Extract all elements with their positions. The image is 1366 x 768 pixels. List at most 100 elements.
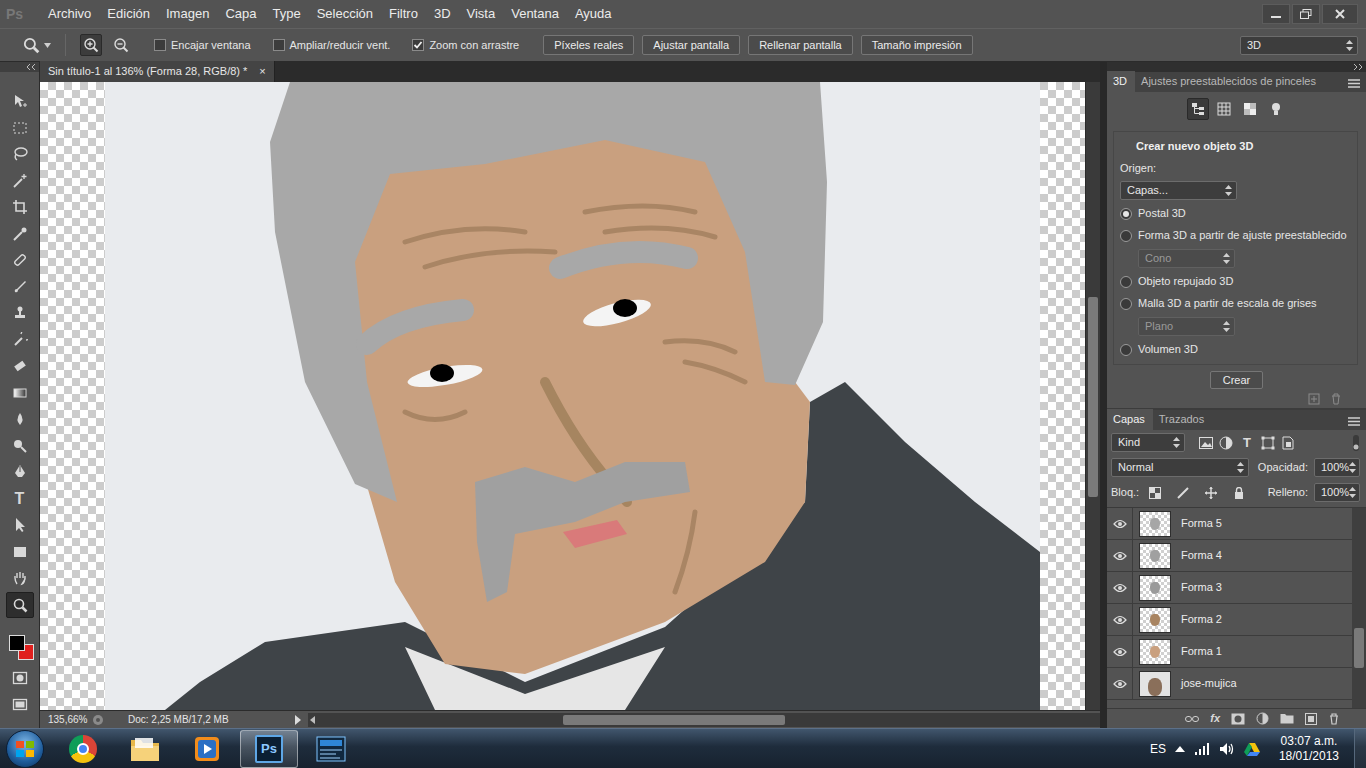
link-icon[interactable] [1185,714,1199,724]
start-button[interactable] [6,730,44,768]
panel-tab[interactable]: Trazados [1153,409,1212,431]
checkbox-label[interactable]: Ampliar/reducir vent. [290,37,391,54]
blend-mode-select[interactable]: Normal [1111,458,1249,477]
menu-item[interactable]: Ventana [503,0,567,28]
panel-menu-icon[interactable] [1348,79,1366,92]
checkbox-option[interactable]: Ampliar/reducir vent. [273,37,391,54]
panel-tab[interactable]: 3D [1107,71,1135,93]
drive-sync-icon[interactable] [1244,742,1260,756]
status-menu-arrow-icon[interactable] [294,715,302,725]
visibility-toggle[interactable] [1107,668,1133,699]
eraser-tool[interactable] [6,353,34,380]
foreground-color-swatch[interactable] [9,635,25,651]
visibility-toggle[interactable] [1107,604,1133,635]
radio-button[interactable] [1120,298,1132,310]
restore-button[interactable] [1292,4,1320,24]
menu-item[interactable]: Capa [217,0,264,28]
panel-tab[interactable]: Capas [1107,409,1153,431]
scene-view-button[interactable] [1187,98,1209,120]
shape-filter-icon[interactable] [1261,436,1275,450]
network-icon[interactable] [1194,742,1210,756]
media-player-taskbar-button[interactable] [178,730,236,768]
layer-style-button[interactable]: fx [1210,710,1220,727]
visibility-toggle[interactable] [1107,636,1133,667]
checkbox-label[interactable]: Zoom con arrastre [429,37,519,54]
filter-toggle[interactable] [1352,435,1360,451]
opacity-field[interactable]: 100% [1314,458,1360,477]
brush-tool[interactable] [6,274,34,301]
radio-button[interactable] [1120,276,1132,288]
radio-button[interactable] [1120,230,1132,242]
menu-item[interactable]: Archivo [40,0,99,28]
zoom-preset-button[interactable]: Píxeles reales [543,35,634,55]
zoom-out-button[interactable] [110,34,132,56]
lock-pixels-icon[interactable] [1177,487,1189,499]
checkbox[interactable] [412,39,424,51]
zoom-tool[interactable] [6,592,34,619]
layer-name[interactable]: Forma 2 [1181,611,1222,628]
menu-item[interactable]: Selección [309,0,381,28]
canvas-artwork[interactable] [105,82,1040,710]
history-brush-tool[interactable] [6,327,34,354]
radio-label[interactable]: Objeto repujado 3D [1138,273,1233,290]
trash-icon[interactable] [1328,713,1340,725]
collapse-icon[interactable] [26,64,36,70]
panel-tab[interactable]: Ajustes preestablecidos de pinceles [1135,71,1324,93]
checkbox[interactable] [273,39,285,51]
minimize-button[interactable] [1262,4,1290,24]
menu-item[interactable]: Vista [459,0,504,28]
zoom-level[interactable]: 135,66% [40,712,92,727]
screen-app-taskbar-button[interactable] [302,730,360,768]
layer-row[interactable]: Forma 4 [1107,540,1352,572]
layer-name[interactable]: Forma 5 [1181,515,1222,532]
material-view-button[interactable] [1239,98,1261,120]
screen-mode-button[interactable] [12,694,28,712]
zoom-preset-button[interactable]: Tamaño impresión [861,35,973,55]
adjustment-layer-icon[interactable] [1256,712,1269,725]
radio-option[interactable]: Volumen 3D [1120,341,1351,358]
lock-transparency-icon[interactable] [1149,487,1161,499]
magic-wand-tool[interactable] [6,168,34,195]
dodge-tool[interactable] [6,433,34,460]
zoom-in-button[interactable] [80,34,102,56]
quick-mask-button[interactable] [12,668,28,686]
filter-select[interactable]: Kind [1111,433,1185,452]
eyedropper-tool[interactable] [6,221,34,248]
checkbox-option[interactable]: Zoom con arrastre [412,37,519,54]
radio-label[interactable]: Forma 3D a partir de ajuste preestableci… [1138,227,1347,244]
pixel-filter-icon[interactable] [1199,437,1213,449]
radio-option[interactable]: Forma 3D a partir de ajuste preestableci… [1120,227,1351,244]
new-icon[interactable] [1308,393,1320,405]
volume-icon[interactable] [1219,742,1235,756]
layer-row[interactable]: Forma 1 [1107,636,1352,668]
layer-row[interactable]: Forma 3 [1107,572,1352,604]
checkbox-label[interactable]: Encajar ventana [171,37,251,54]
adjustment-filter-icon[interactable] [1219,436,1233,450]
radio-button[interactable] [1120,208,1132,220]
show-desktop-button[interactable] [1354,729,1366,768]
document-tab[interactable]: Sin título-1 al 136% (Forma 28, RGB/8) *… [40,61,275,83]
scroll-left-icon[interactable] [308,715,318,725]
trash-icon[interactable] [1330,393,1342,405]
clone-stamp-tool[interactable] [6,300,34,327]
clock[interactable]: 03:07 a.m. 18/01/2013 [1279,734,1339,764]
type-tool[interactable]: T [6,486,34,513]
vertical-scrollbar[interactable] [1085,82,1100,710]
language-indicator[interactable]: ES [1150,740,1166,758]
radio-label[interactable]: Postal 3D [1138,205,1186,222]
fill-field[interactable]: 100% [1314,483,1360,502]
visibility-toggle[interactable] [1107,508,1133,539]
pen-tool[interactable] [6,459,34,486]
menu-item[interactable]: Type [264,0,308,28]
layer-name[interactable]: jose-mujica [1181,675,1237,692]
menu-item[interactable]: Filtro [381,0,426,28]
layer-row[interactable]: Forma 2 [1107,604,1352,636]
healing-brush-tool[interactable] [6,247,34,274]
light-view-button[interactable] [1265,98,1287,120]
color-swatches[interactable] [5,630,35,660]
mesh-view-button[interactable] [1213,98,1235,120]
layer-name[interactable]: Forma 4 [1181,547,1222,564]
radio-label[interactable]: Volumen 3D [1138,341,1198,358]
move-tool[interactable] [6,88,34,115]
radio-label[interactable]: Malla 3D a partir de escala de grises [1138,295,1317,312]
